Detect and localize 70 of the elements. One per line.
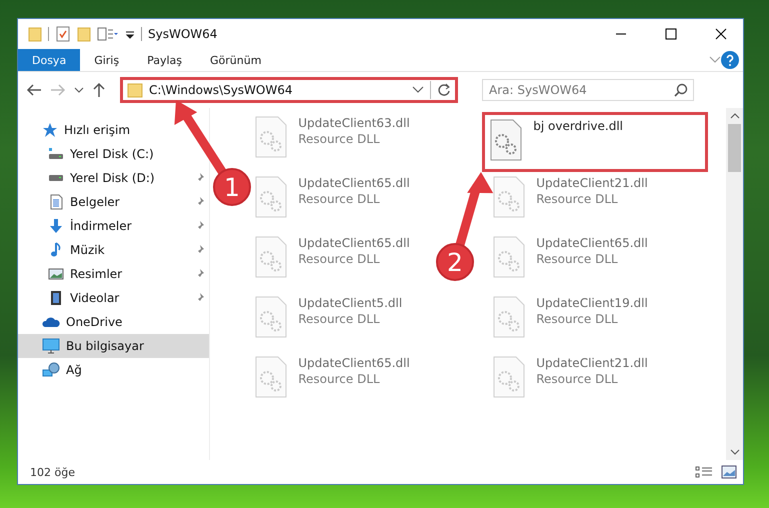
item-count: 102 öğe — [30, 466, 75, 478]
cloud-icon — [42, 315, 60, 329]
star-icon — [42, 122, 58, 138]
file-item[interactable]: UpdateClient63.dll Resource DLL — [250, 112, 414, 172]
numbered-callout: 1 — [213, 168, 251, 206]
scroll-up-icon[interactable] — [730, 112, 740, 120]
dll-file-icon — [492, 236, 526, 278]
sidebar-item[interactable]: Yerel Disk (D:) — [18, 166, 210, 190]
maximize-icon — [665, 28, 677, 40]
sidebar-item[interactable]: Yerel Disk (C:) — [18, 142, 158, 166]
dll-file-icon — [492, 356, 526, 398]
download-arrow-icon — [48, 218, 64, 234]
network-icon — [42, 362, 60, 378]
picture-icon — [48, 266, 64, 282]
dll-file-icon — [254, 236, 288, 278]
sidebar-item[interactable]: OneDrive — [18, 310, 126, 334]
file-item[interactable]: UpdateClient65.dll Resource DLL — [488, 232, 652, 292]
window-title: SysWOW64 — [148, 27, 218, 41]
scrollbar[interactable] — [726, 108, 743, 460]
refresh-icon[interactable] — [437, 83, 451, 97]
sidebar-item[interactable]: Hızlı erişim — [18, 118, 134, 142]
properties-icon[interactable] — [55, 26, 71, 42]
dll-file-icon — [254, 176, 288, 218]
file-item[interactable]: UpdateClient5.dll Resource DLL — [250, 292, 406, 352]
scroll-down-icon[interactable] — [730, 448, 740, 456]
sidebar-item[interactable]: İndirmeler — [18, 214, 210, 238]
ribbon-tab[interactable]: Giriş — [80, 49, 134, 71]
ribbon-tab[interactable]: Görünüm — [196, 49, 276, 71]
file-item[interactable]: bj overdrive.dll — [482, 112, 708, 172]
dll-file-icon — [492, 176, 526, 218]
file-item[interactable]: UpdateClient65.dll Resource DLL — [250, 232, 414, 292]
dropdown-caret-icon[interactable] — [412, 86, 424, 94]
view-menu-icon[interactable] — [97, 26, 119, 42]
details-view-icon[interactable] — [695, 465, 713, 479]
large-icons-view-icon[interactable] — [721, 465, 737, 479]
file-item[interactable]: UpdateClient65.dll Resource DLL — [250, 352, 414, 412]
document-icon — [48, 194, 64, 210]
numbered-callout: 2 — [436, 243, 474, 281]
sidebar-item[interactable]: Videolar — [18, 286, 210, 310]
up-arrow-icon[interactable] — [92, 82, 106, 98]
sidebar-item[interactable]: Bu bilgisayar — [18, 334, 210, 358]
file-item[interactable]: UpdateClient65.dll Resource DLL — [250, 172, 414, 232]
close-icon — [715, 28, 727, 40]
dll-file-icon — [489, 119, 524, 161]
dll-file-icon — [254, 116, 288, 158]
search-icon — [674, 83, 688, 97]
back-arrow-icon[interactable] — [26, 83, 42, 97]
sidebar-item[interactable]: Resimler — [18, 262, 210, 286]
sidebar-item[interactable]: Ağ — [18, 358, 86, 382]
computer-icon — [42, 338, 60, 354]
sidebar-item[interactable]: Belgeler — [18, 190, 210, 214]
sidebar-item[interactable]: Müzik — [18, 238, 210, 262]
drive-icon — [48, 146, 64, 162]
recent-locations-icon[interactable] — [74, 86, 84, 94]
dll-file-icon — [254, 356, 288, 398]
dll-file-icon — [492, 296, 526, 338]
ribbon-tab[interactable]: Paylaş — [133, 49, 196, 71]
help-icon[interactable] — [721, 51, 739, 69]
drive-icon — [48, 175, 64, 181]
dll-file-icon — [254, 296, 288, 338]
ribbon-tab[interactable]: Dosya — [18, 49, 80, 71]
file-item[interactable]: UpdateClient21.dll Resource DLL — [488, 172, 652, 232]
file-item[interactable]: UpdateClient21.dll Resource DLL — [488, 352, 652, 412]
address-bar[interactable]: C:\Windows\SysWOW64 — [120, 77, 458, 103]
search-field[interactable]: Ara: SysWOW64 — [482, 79, 694, 101]
film-icon — [48, 290, 64, 306]
file-item[interactable]: UpdateClient19.dll Resource DLL — [488, 292, 652, 352]
folder-icon — [127, 82, 143, 98]
scroll-thumb[interactable] — [728, 124, 742, 172]
expand-ribbon-icon[interactable] — [709, 55, 721, 65]
